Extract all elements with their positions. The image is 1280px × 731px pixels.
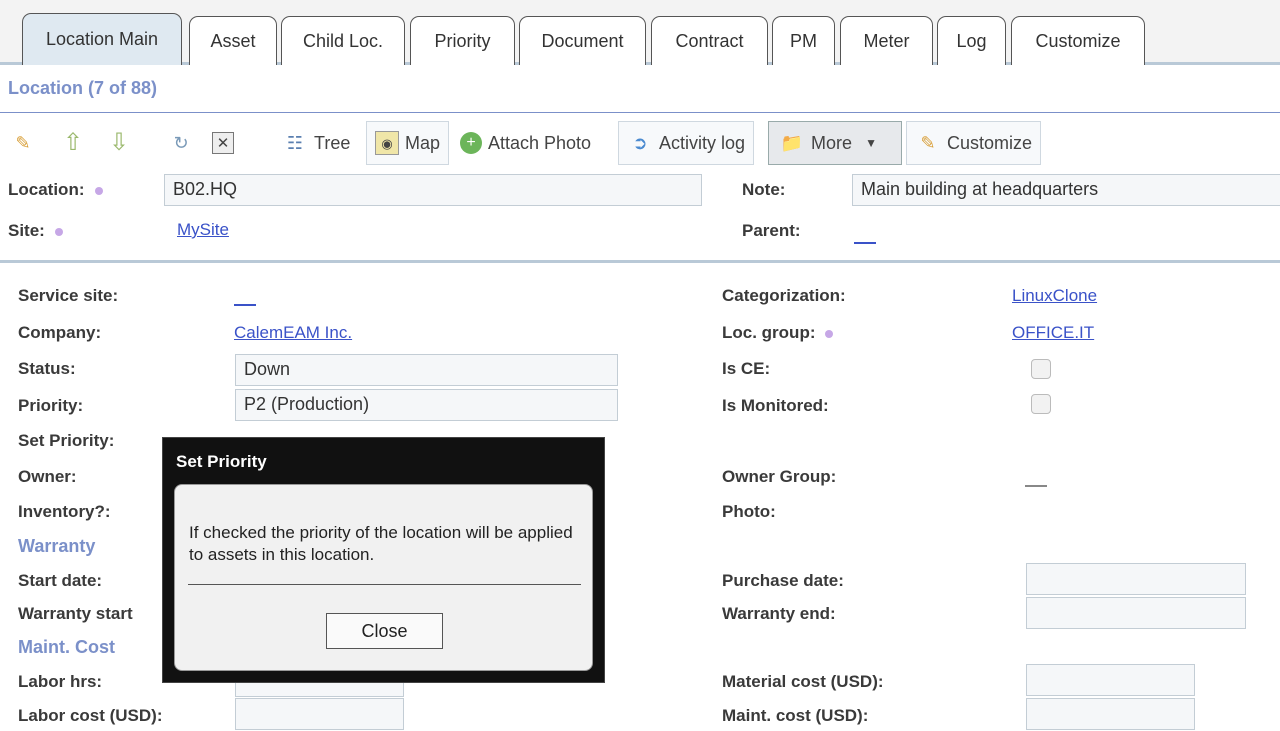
inventory-label: Inventory?: (18, 502, 111, 521)
tree-icon: ☷ (286, 133, 304, 153)
tab-asset[interactable]: Asset (189, 16, 277, 65)
previous-button[interactable]: ⇧ (60, 121, 86, 165)
company-label: Company: (18, 323, 102, 342)
priority-label: Priority: (18, 396, 84, 415)
parent-label: Parent: (742, 221, 801, 240)
purchase-date-label: Purchase date: (722, 571, 844, 590)
labor-cost-label: Labor cost (USD): (18, 706, 163, 725)
maint-cost-field[interactable] (1026, 698, 1195, 730)
service-site-link[interactable] (234, 304, 256, 306)
activity-log-icon: ➲ (632, 133, 648, 153)
warranty-section: Warranty (18, 536, 96, 556)
site-label: Site: (8, 221, 63, 241)
status-field[interactable]: Down (235, 354, 618, 386)
caret-down-icon: ▼ (865, 136, 877, 150)
page-title: Location (7 of 88) (8, 78, 158, 98)
service-site-label: Service site: (18, 286, 119, 305)
owner-label: Owner: (18, 467, 77, 486)
map-icon: ◉ (375, 131, 399, 155)
folder-icon: 📁 (780, 133, 804, 153)
close-icon: ✕ (212, 132, 234, 154)
customize-label: Customize (947, 132, 1033, 153)
tab-location-main[interactable]: Location Main (22, 13, 182, 65)
start-date-label: Start date: (18, 571, 103, 590)
dialog-title: Set Priority (176, 452, 267, 471)
edit-icon: ✎ (15, 133, 31, 153)
priority-field[interactable]: P2 (Production) (235, 389, 618, 421)
categorization-label: Categorization: (722, 286, 846, 305)
divider (0, 112, 1280, 113)
parent-link[interactable] (854, 242, 876, 244)
photo-label: Photo: (722, 502, 776, 521)
tab-document[interactable]: Document (519, 16, 646, 65)
is-ce-checkbox[interactable] (1031, 359, 1051, 379)
is-monitored-checkbox[interactable] (1031, 394, 1051, 414)
map-label: Map (405, 132, 441, 153)
attach-photo-button[interactable]: + Attach Photo (460, 121, 591, 165)
labor-hrs-label: Labor hrs: (18, 672, 103, 691)
maint-cost-section: Maint. Cost (18, 637, 115, 657)
toolbar: ✎ ⇧ ⇩ ↻ ✕ ☷ Tree ◉ Map + Attach Photo ➲ … (0, 119, 1280, 169)
maint-cost-label: Maint. cost (USD): (722, 706, 869, 725)
activity-log-label: Activity log (659, 132, 746, 153)
warranty-start-label: Warranty start (18, 604, 133, 623)
tab-meter[interactable]: Meter (840, 16, 933, 65)
material-cost-label: Material cost (USD): (722, 672, 884, 691)
tab-pm[interactable]: PM (772, 16, 835, 65)
more-dropdown[interactable]: 📁 More ▼ (768, 121, 902, 165)
company-link[interactable]: CalemEAM Inc. (234, 323, 352, 343)
is-ce-label: Is CE: (722, 359, 771, 378)
next-button[interactable]: ⇩ (106, 121, 132, 165)
delete-button[interactable]: ✕ (212, 121, 234, 165)
required-dot (54, 227, 63, 236)
status-label: Status: (18, 359, 76, 378)
activity-log-button[interactable]: ➲ Activity log (618, 121, 755, 165)
divider (0, 260, 1280, 263)
required-dot (94, 186, 103, 195)
loc-group-label: Loc. group: (722, 323, 834, 343)
customize-button[interactable]: ✎ Customize (906, 121, 1042, 165)
location-label: Location: (8, 180, 103, 200)
loc-group-link[interactable]: OFFICE.IT (1012, 323, 1094, 343)
set-priority-label: Set Priority: (18, 431, 115, 450)
edit-button[interactable]: ✎ (10, 121, 36, 165)
arrow-down-icon: ⇩ (108, 129, 130, 156)
note-field[interactable]: Main building at headquarters (852, 174, 1280, 206)
arrow-up-icon: ⇧ (62, 129, 84, 156)
categorization-link[interactable]: LinuxClone (1012, 286, 1097, 306)
site-link[interactable]: MySite (177, 220, 229, 240)
is-monitored-label: Is Monitored: (722, 396, 829, 415)
map-button[interactable]: ◉ Map (366, 121, 450, 165)
tab-log[interactable]: Log (937, 16, 1006, 65)
material-cost-field[interactable] (1026, 664, 1195, 696)
note-label: Note: (742, 180, 786, 199)
refresh-icon: ↻ (173, 133, 189, 153)
tab-contract[interactable]: Contract (651, 16, 768, 65)
tab-bar: Location Main Asset Child Loc. Priority … (0, 0, 1280, 65)
tab-priority[interactable]: Priority (410, 16, 515, 65)
customize-icon: ✎ (920, 133, 936, 153)
attach-photo-label: Attach Photo (488, 132, 592, 153)
dialog-message: If checked the priority of the location … (189, 523, 573, 564)
labor-cost-field[interactable] (235, 698, 404, 730)
purchase-date-field[interactable] (1026, 563, 1246, 595)
tab-child-loc[interactable]: Child Loc. (281, 16, 405, 65)
location-field[interactable]: B02.HQ (164, 174, 702, 206)
dialog-body: If checked the priority of the location … (174, 484, 593, 671)
set-priority-dialog: Set Priority If checked the priority of … (162, 437, 605, 683)
tab-customize[interactable]: Customize (1011, 16, 1145, 65)
warranty-end-label: Warranty end: (722, 604, 836, 623)
warranty-end-field[interactable] (1026, 597, 1246, 629)
tree-label: Tree (314, 132, 351, 153)
more-label: More (811, 132, 853, 153)
plus-circle-icon: + (460, 132, 482, 154)
required-dot (825, 329, 834, 338)
owner-group-link[interactable] (1025, 485, 1047, 487)
close-button[interactable]: Close (326, 613, 443, 649)
tree-button[interactable]: ☷ Tree (282, 121, 350, 165)
divider (188, 584, 581, 585)
owner-group-label: Owner Group: (722, 467, 837, 486)
refresh-button[interactable]: ↻ (168, 121, 194, 165)
